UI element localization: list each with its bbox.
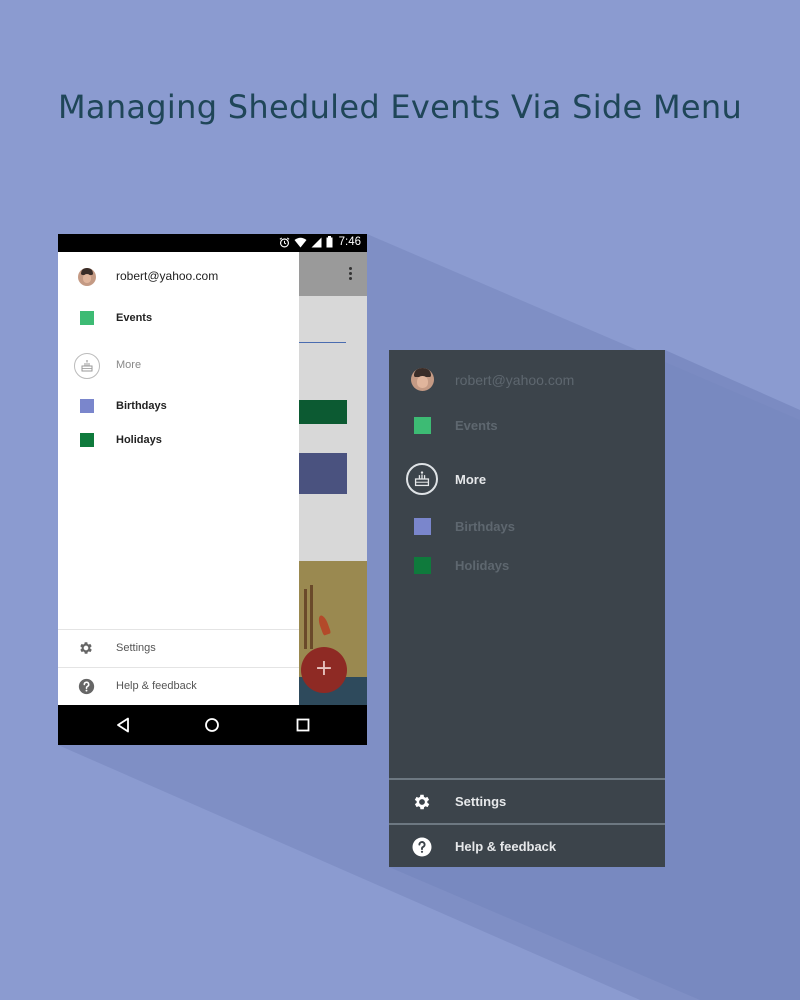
more-icon-circle [406, 463, 438, 495]
settings-label: Settings [116, 642, 156, 654]
help-feedback-item[interactable]: Help & feedback [389, 825, 665, 868]
recents-icon[interactable] [296, 717, 310, 733]
app-event-block [298, 453, 347, 494]
calendar-item-birthdays[interactable]: Birthdays [58, 395, 299, 419]
status-time: 7:46 [338, 236, 361, 248]
cake-icon [81, 360, 93, 372]
holidays-color-swatch [80, 433, 94, 447]
system-nav-bar [58, 705, 367, 745]
settings-item[interactable]: Settings [58, 629, 299, 667]
status-bar: 7:46 [58, 234, 367, 252]
account-email: robert@yahoo.com [455, 372, 575, 388]
help-feedback-label: Help & feedback [455, 839, 557, 854]
cake-icon [414, 471, 430, 487]
calendar-item-label: Birthdays [455, 519, 515, 534]
calendar-item-label: Birthdays [116, 400, 167, 412]
settings-label: Settings [455, 794, 507, 809]
account-row[interactable]: robert@yahoo.com [58, 265, 299, 289]
help-feedback-label: Help & feedback [116, 680, 197, 692]
settings-item[interactable]: Settings [389, 780, 665, 823]
calendar-item-events[interactable]: Events [389, 411, 665, 441]
birthdays-color-swatch [414, 518, 431, 535]
calendar-item-label: Events [455, 418, 498, 433]
account-row[interactable]: robert@yahoo.com [389, 365, 665, 395]
help-icon [412, 837, 432, 857]
more-icon-circle [74, 353, 100, 379]
holidays-color-swatch [414, 557, 431, 574]
more-label: More [455, 472, 487, 487]
app-event-block [298, 400, 347, 424]
signal-icon [311, 237, 322, 247]
events-color-swatch [414, 417, 431, 434]
calendar-item-label: Events [116, 312, 153, 324]
gear-icon [80, 642, 92, 654]
page-title: Managing Sheduled Events Via Side Menu [58, 88, 743, 126]
help-icon [78, 678, 95, 695]
account-email: robert@yahoo.com [116, 269, 219, 283]
calendar-item-label: Holidays [116, 434, 162, 446]
dark-side-menu: robert@yahoo.com Events More Birthdays H… [389, 350, 665, 867]
help-feedback-item[interactable]: Help & feedback [58, 667, 299, 705]
battery-icon [326, 236, 333, 248]
app-tab-indicator [298, 342, 346, 343]
calendar-item-label: Holidays [455, 558, 510, 573]
events-color-swatch [80, 311, 94, 325]
phone-mockup: 7:46 + robert@yahoo.com Events More Birt… [58, 234, 367, 745]
home-icon[interactable] [204, 717, 220, 733]
avatar [78, 268, 96, 286]
calendar-item-holidays[interactable]: Holidays [389, 551, 665, 581]
calendar-item-holidays[interactable]: Holidays [58, 429, 299, 453]
calendar-item-events[interactable]: Events [58, 307, 299, 331]
more-section-header[interactable]: More [58, 353, 299, 379]
wifi-icon [294, 237, 307, 247]
birthdays-color-swatch [80, 399, 94, 413]
overflow-menu-icon[interactable] [349, 267, 353, 281]
more-section-header[interactable]: More [389, 463, 665, 495]
add-event-fab[interactable]: + [301, 647, 347, 693]
avatar [411, 368, 434, 391]
more-label: More [116, 359, 142, 371]
gear-icon [414, 794, 430, 810]
back-icon[interactable] [116, 717, 130, 733]
navigation-drawer: robert@yahoo.com Events More Birthdays H… [58, 252, 299, 705]
calendar-item-birthdays[interactable]: Birthdays [389, 512, 665, 542]
alarm-icon [279, 236, 290, 247]
